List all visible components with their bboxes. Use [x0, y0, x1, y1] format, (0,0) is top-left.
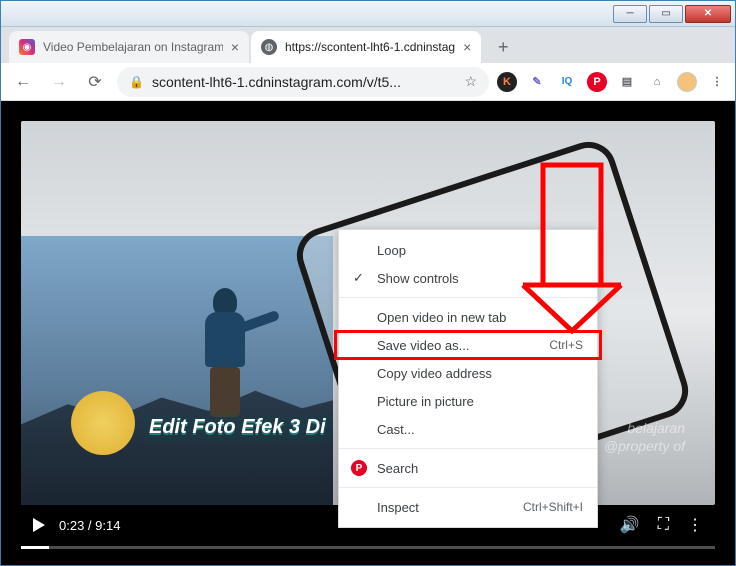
browser-toolbar: ← → ⟳ 🔒 scontent-lht6-1.cdninstagram.com…	[1, 63, 735, 101]
back-button[interactable]: ←	[9, 68, 37, 96]
extension-avatar-icon[interactable]	[677, 72, 697, 92]
menu-inspect[interactable]: Inspect Ctrl+Shift+I	[339, 493, 597, 521]
menu-copy-video-address[interactable]: Copy video address	[339, 359, 597, 387]
bookmark-star-icon[interactable]: ☆	[464, 73, 477, 90]
time-display: 0:23 / 9:14	[59, 518, 120, 533]
play-button[interactable]	[33, 518, 45, 532]
tab-close-icon[interactable]: ×	[231, 39, 239, 55]
video-watermark: belajaran @property of	[604, 419, 685, 455]
forward-button[interactable]: →	[45, 68, 73, 96]
browser-tab[interactable]: ◍ https://scontent-lht6-1.cdninstag ×	[251, 31, 481, 63]
window-minimize-button[interactable]: ─	[613, 5, 647, 23]
pinterest-icon: P	[351, 460, 367, 476]
more-options-icon[interactable]: ⋮	[687, 515, 703, 535]
url-text: scontent-lht6-1.cdninstagram.com/v/t5...	[152, 74, 401, 90]
menu-cast[interactable]: Cast...	[339, 415, 597, 443]
progress-bar[interactable]	[21, 546, 715, 549]
extension-icons: K ✎ IQ P ▤ ⌂ ⋮	[497, 72, 727, 92]
window-titlebar: ─ ▭ ✕	[1, 1, 735, 27]
checkmark-icon: ✓	[353, 270, 364, 286]
instagram-icon: ◉	[19, 39, 35, 55]
progress-fill	[21, 546, 49, 549]
menu-separator	[339, 487, 597, 488]
tab-close-icon[interactable]: ×	[463, 39, 471, 55]
address-bar[interactable]: 🔒 scontent-lht6-1.cdninstagram.com/v/t5.…	[117, 67, 489, 97]
browser-menu-icon[interactable]: ⋮	[707, 72, 727, 92]
fullscreen-icon[interactable]: ⛶	[658, 516, 669, 534]
extension-iq-icon[interactable]: IQ	[557, 72, 577, 92]
tab-title: https://scontent-lht6-1.cdninstag	[285, 40, 455, 54]
volume-icon[interactable]: 🔊	[620, 515, 640, 535]
video-badge-circle	[71, 391, 135, 455]
browser-window: ─ ▭ ✕ ◉ Video Pembelajaran on Instagram …	[0, 0, 736, 566]
menu-picture-in-picture[interactable]: Picture in picture	[339, 387, 597, 415]
extension-brush-icon[interactable]: ✎	[527, 72, 547, 92]
menu-separator	[339, 448, 597, 449]
menu-search[interactable]: P Search	[339, 454, 597, 482]
video-badge-text: Edit Foto Efek 3 Di	[143, 414, 332, 441]
window-maximize-button[interactable]: ▭	[649, 5, 683, 23]
extension-feed-icon[interactable]: ▤	[617, 72, 637, 92]
browser-tab[interactable]: ◉ Video Pembelajaran on Instagram ×	[9, 31, 249, 63]
extension-tag-icon[interactable]: ⌂	[647, 72, 667, 92]
globe-icon: ◍	[261, 39, 277, 55]
tab-title: Video Pembelajaran on Instagram	[43, 40, 223, 54]
shortcut-label: Ctrl+Shift+I	[523, 500, 583, 514]
pinterest-icon[interactable]: P	[587, 72, 607, 92]
tab-bar: ◉ Video Pembelajaran on Instagram × ◍ ht…	[1, 27, 735, 63]
video-person	[195, 288, 255, 428]
lock-icon: 🔒	[129, 75, 144, 89]
extension-k-icon[interactable]: K	[497, 72, 517, 92]
window-close-button[interactable]: ✕	[685, 5, 731, 23]
annotation-arrow	[517, 161, 627, 341]
reload-button[interactable]: ⟳	[81, 68, 109, 96]
new-tab-button[interactable]: +	[489, 33, 517, 61]
